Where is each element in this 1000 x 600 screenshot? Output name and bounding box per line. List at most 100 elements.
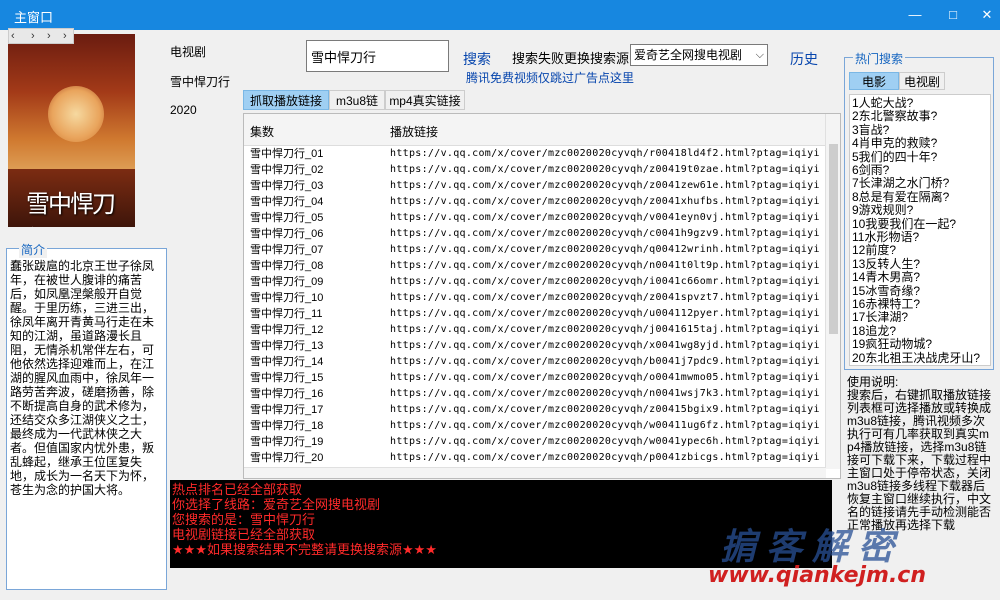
hot-search-list[interactable]: 1人蛇大战? 2东北警察故事? 3盲战? 4肖申克的救赎? 5我们的四十年? 6剑雨? 7长… <box>849 94 991 366</box>
usage-instructions: 使用说明: 搜索后，右键抓取播放链接列表框可选择播放或转换成m3u8链接，腾讯视… <box>847 376 995 532</box>
table-row[interactable]: 雪中悍刀行_19 https://v.qq.com/x/cover/mzc0020… <box>244 434 826 450</box>
table-row[interactable]: 雪中悍刀行_05 https://v.qq.com/x/cover/mzc0020… <box>244 210 826 226</box>
source-select[interactable]: 爱奇艺全网搜电视剧 ⌵ <box>630 44 768 66</box>
table-row[interactable]: 雪中悍刀行_03 https://v.qq.com/x/cover/mzc0020… <box>244 178 826 194</box>
episode-name: 雪中悍刀行_04 <box>250 196 324 208</box>
intro-group: 简介 蠢张跋扈的北京王世子徐凤年，在被世人腹诽的痛苦后，如凤凰涅槃般开自觉醒。于… <box>6 241 167 590</box>
hot-search-item[interactable]: 8总是有爱在隔离? <box>852 190 949 204</box>
nav-strip: ‹ › › › <box>8 28 74 44</box>
hot-search-item[interactable]: 17长津湖? <box>852 311 908 324</box>
vertical-scrollbar[interactable] <box>825 114 840 469</box>
episode-url: https://v.qq.com/x/cover/mzc0020020cyvqh… <box>390 356 820 367</box>
episode-name: 雪中悍刀行_20 <box>250 452 324 464</box>
table-row[interactable]: 雪中悍刀行_11 https://v.qq.com/x/cover/mzc0020… <box>244 306 826 322</box>
episode-name: 雪中悍刀行_13 <box>250 340 324 352</box>
episode-name: 雪中悍刀行_09 <box>250 276 324 288</box>
horizontal-scrollbar[interactable] <box>244 467 826 478</box>
episode-url: https://v.qq.com/x/cover/mzc0020020cyvqh… <box>390 388 820 399</box>
nav-forward-icon[interactable]: › <box>31 29 35 43</box>
episode-name: 雪中悍刀行_01 <box>250 148 324 160</box>
hot-search-group: 热门搜索 电影 电视剧 1人蛇大战? 2东北警察故事? 3盲战? 4肖申克的救赎? 5我… <box>844 50 994 370</box>
episode-url: https://v.qq.com/x/cover/mzc0020020cyvqh… <box>390 164 820 175</box>
close-button[interactable]: ✕ <box>970 0 1000 30</box>
nav-back-icon[interactable]: ‹ <box>11 29 15 43</box>
poster-sun <box>48 86 104 142</box>
table-row[interactable]: 雪中悍刀行_10 https://v.qq.com/x/cover/mzc0020… <box>244 290 826 306</box>
watermark-url: www.qiankejm.cn <box>708 563 927 588</box>
hot-search-item[interactable]: 20东北祖王决战虎牙山? <box>852 351 980 365</box>
hot-search-item[interactable]: 5我们的四十年? <box>852 150 937 164</box>
hot-search-item[interactable]: 15冰雪奇缘? <box>852 284 920 298</box>
history-button[interactable]: 历史 <box>790 49 818 69</box>
table-row[interactable]: 雪中悍刀行_07 https://v.qq.com/x/cover/mzc0020… <box>244 242 826 258</box>
search-input[interactable] <box>306 40 449 72</box>
table-row[interactable]: 雪中悍刀行_16 https://v.qq.com/x/cover/mzc0020… <box>244 386 826 402</box>
minimize-button[interactable]: — <box>898 0 932 30</box>
search-button[interactable]: 搜索 <box>463 49 491 69</box>
hot-search-item[interactable]: 2东北警察故事? <box>852 110 937 123</box>
window-title: 主窗口 <box>14 10 54 25</box>
episode-name: 雪中悍刀行_05 <box>250 212 324 224</box>
episode-name: 雪中悍刀行_03 <box>250 180 324 192</box>
episode-name: 雪中悍刀行_17 <box>250 404 324 416</box>
table-row[interactable]: 雪中悍刀行_01 https://v.qq.com/x/cover/mzc0020… <box>244 146 826 162</box>
episode-url: https://v.qq.com/x/cover/mzc0020020cyvqh… <box>390 404 820 415</box>
table-row[interactable]: 雪中悍刀行_02 https://v.qq.com/x/cover/mzc0020… <box>244 162 826 178</box>
scroll-thumb[interactable] <box>829 144 838 334</box>
drama-category: 电视剧 <box>170 45 207 59</box>
hot-search-item[interactable]: 10我要我们在一起? <box>852 217 956 231</box>
poster-image: 雪中悍刀行 <box>8 34 135 227</box>
hot-search-title: 热门搜索 <box>853 50 906 67</box>
intro-title: 简介 <box>19 241 48 258</box>
hot-search-item[interactable]: 9游戏规则? <box>852 204 913 217</box>
table-row[interactable]: 雪中悍刀行_17 https://v.qq.com/x/cover/mzc0020… <box>244 402 826 418</box>
tab-m3u8-links[interactable]: m3u8链接 <box>329 90 385 128</box>
table-row[interactable]: 雪中悍刀行_12 https://v.qq.com/x/cover/mzc0020… <box>244 322 826 338</box>
table-header: 集数 播放链接 <box>244 114 826 146</box>
table-row[interactable]: 雪中悍刀行_15 https://v.qq.com/x/cover/mzc0020… <box>244 370 826 386</box>
source-select-value: 爱奇艺全网搜电视剧 <box>634 48 743 62</box>
table-row[interactable]: 雪中悍刀行_20 https://v.qq.com/x/cover/mzc0020… <box>244 450 826 466</box>
log-line: 电视剧链接已经全部获取 <box>172 527 316 542</box>
hot-search-item[interactable]: 14青木男高? <box>852 271 920 284</box>
hot-search-item[interactable]: 18追龙? <box>852 324 896 338</box>
episode-name: 雪中悍刀行_15 <box>250 372 324 384</box>
episode-url: https://v.qq.com/x/cover/mzc0020020cyvqh… <box>390 244 820 255</box>
table-row[interactable]: 雪中悍刀行_18 https://v.qq.com/x/cover/mzc0020… <box>244 418 826 434</box>
hot-search-item[interactable]: 4肖申克的救赎? <box>852 137 937 150</box>
log-line: 您搜索的是：雪中悍刀行 <box>172 512 316 527</box>
episode-name: 雪中悍刀行_14 <box>250 356 324 368</box>
hot-search-item[interactable]: 3盲战? <box>852 123 889 137</box>
episode-name: 雪中悍刀行_16 <box>250 388 324 400</box>
episode-table[interactable]: 集数 播放链接 雪中悍刀行_01 https://v.qq.com/x/cover… <box>243 113 841 479</box>
hot-search-item[interactable]: 19疯狂动物城? <box>852 338 932 351</box>
episode-name: 雪中悍刀行_02 <box>250 164 324 176</box>
hot-search-item[interactable]: 12前度? <box>852 244 896 257</box>
tab-tv-series[interactable]: 电视剧 <box>899 72 945 90</box>
header-episode: 集数 <box>250 125 275 139</box>
episode-url: https://v.qq.com/x/cover/mzc0020020cyvqh… <box>390 308 820 319</box>
table-row[interactable]: 雪中悍刀行_13 https://v.qq.com/x/cover/mzc0020… <box>244 338 826 354</box>
hot-search-item[interactable]: 13反转人生? <box>852 257 920 271</box>
maximize-button[interactable]: □ <box>936 0 970 30</box>
table-row[interactable]: 雪中悍刀行_04 https://v.qq.com/x/cover/mzc0020… <box>244 194 826 210</box>
episode-url: https://v.qq.com/x/cover/mzc0020020cyvqh… <box>390 260 820 271</box>
table-row[interactable]: 雪中悍刀行_06 https://v.qq.com/x/cover/mzc0020… <box>244 226 826 242</box>
source-label: 搜索失败更换搜索源: <box>512 51 633 66</box>
nav-forward-icon[interactable]: › <box>47 29 51 43</box>
tab-grab-links[interactable]: 抓取播放链接 <box>243 90 329 110</box>
table-row[interactable]: 雪中悍刀行_09 https://v.qq.com/x/cover/mzc0020… <box>244 274 826 290</box>
episode-url: https://v.qq.com/x/cover/mzc0020020cyvqh… <box>390 324 820 335</box>
hot-search-item[interactable]: 7长津湖之水门桥? <box>852 177 949 190</box>
episode-url: https://v.qq.com/x/cover/mzc0020020cyvqh… <box>390 292 820 303</box>
table-row[interactable]: 雪中悍刀行_14 https://v.qq.com/x/cover/mzc0020… <box>244 354 826 370</box>
tencent-link[interactable]: 腾讯免费视频仅跳过广告点这里 <box>466 69 634 86</box>
episode-url: https://v.qq.com/x/cover/mzc0020020cyvqh… <box>390 212 820 223</box>
episode-url: https://v.qq.com/x/cover/mzc0020020cyvqh… <box>390 436 820 447</box>
log-line: ★★★如果搜索结果不完整请更换搜索源★★★ <box>172 542 437 557</box>
nav-forward-icon[interactable]: › <box>63 29 67 43</box>
table-row[interactable]: 雪中悍刀行_08 https://v.qq.com/x/cover/mzc0020… <box>244 258 826 274</box>
tab-movies[interactable]: 电影 <box>849 72 899 90</box>
episode-name: 雪中悍刀行_12 <box>250 324 324 336</box>
tab-mp4-links[interactable]: mp4真实链接 <box>385 90 465 110</box>
